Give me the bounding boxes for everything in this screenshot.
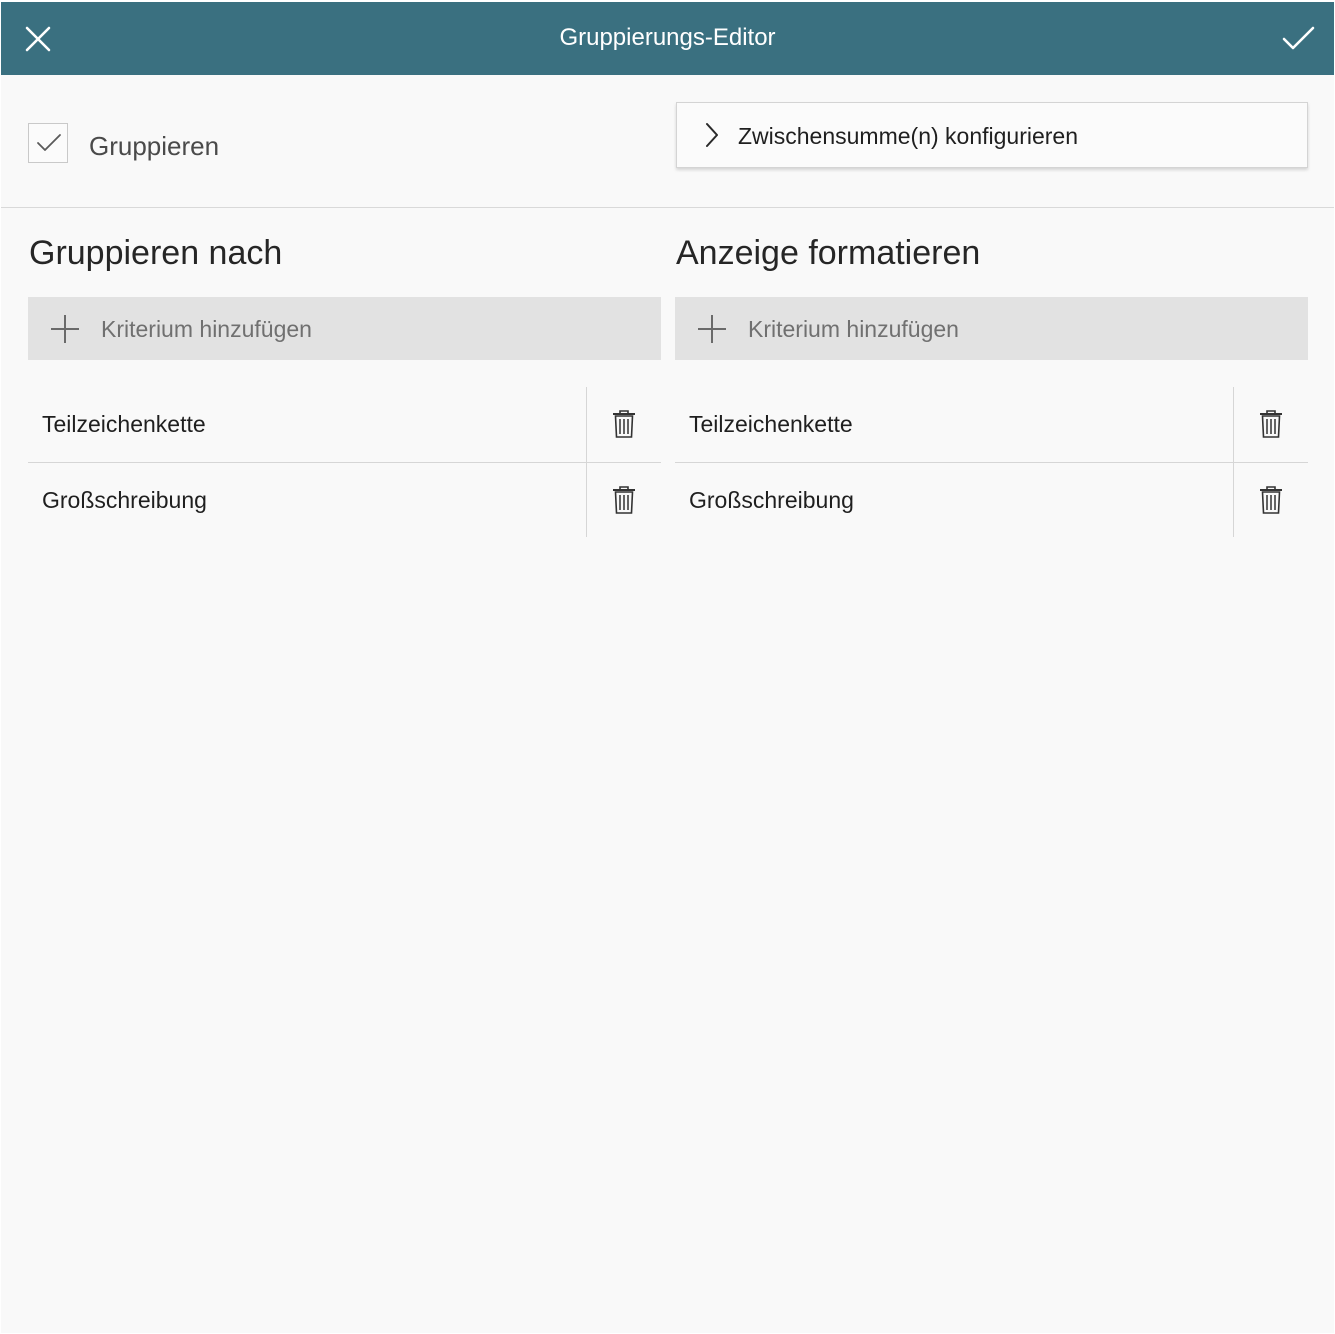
list-item[interactable]: Teilzeichenkette	[675, 387, 1308, 462]
configure-subtotals-button[interactable]: Zwischensumme(n) konfigurieren	[676, 102, 1308, 168]
title-bar: Gruppierungs-Editor	[1, 2, 1334, 75]
checkmark-icon	[37, 134, 61, 151]
delete-button[interactable]	[1259, 409, 1283, 439]
add-group-criterion-label: Kriterium hinzufügen	[101, 316, 312, 342]
divider	[1233, 463, 1234, 537]
configure-subtotals-label: Zwischensumme(n) konfigurieren	[738, 123, 1079, 149]
criterion-label: Großschreibung	[42, 487, 207, 513]
format-display-list: Teilzeichenkette Großschreibung	[675, 387, 1308, 537]
criterion-label: Teilzeichenkette	[689, 411, 853, 437]
group-by-list: Teilzeichenkette Großschreibung	[28, 387, 661, 537]
add-format-criterion-label: Kriterium hinzufügen	[748, 316, 959, 342]
group-checkbox[interactable]	[28, 123, 68, 163]
group-by-heading: Gruppieren nach	[29, 234, 283, 272]
divider	[586, 387, 587, 462]
group-checkbox-label: Gruppieren	[89, 131, 220, 161]
delete-button[interactable]	[612, 485, 636, 515]
format-display-heading: Anzeige formatieren	[676, 234, 981, 272]
list-item[interactable]: Teilzeichenkette	[28, 387, 661, 462]
delete-button[interactable]	[1259, 485, 1283, 515]
grouping-editor-dialog: Gruppierungs-Editor Gruppieren Zwischens…	[1, 2, 1334, 1333]
delete-button[interactable]	[612, 409, 636, 439]
options-row: Gruppieren Zwischensumme(n) konfiguriere…	[1, 75, 1334, 208]
plus-icon	[698, 315, 726, 343]
confirm-button[interactable]	[1278, 20, 1318, 58]
divider	[1233, 387, 1234, 462]
divider	[586, 463, 587, 537]
list-item[interactable]: Großschreibung	[675, 462, 1308, 537]
criterion-label: Großschreibung	[689, 487, 854, 513]
chevron-right-icon	[706, 123, 718, 147]
add-format-criterion-button[interactable]: Kriterium hinzufügen	[675, 297, 1308, 360]
list-item[interactable]: Großschreibung	[28, 462, 661, 537]
trash-icon	[1260, 410, 1282, 438]
plus-icon	[51, 315, 79, 343]
trash-icon	[613, 410, 635, 438]
criterion-label: Teilzeichenkette	[42, 411, 206, 437]
dialog-title: Gruppierungs-Editor	[559, 24, 776, 51]
add-group-criterion-button[interactable]: Kriterium hinzufügen	[28, 297, 661, 360]
trash-icon	[613, 486, 635, 514]
check-icon	[1282, 26, 1315, 50]
trash-icon	[1260, 486, 1282, 514]
